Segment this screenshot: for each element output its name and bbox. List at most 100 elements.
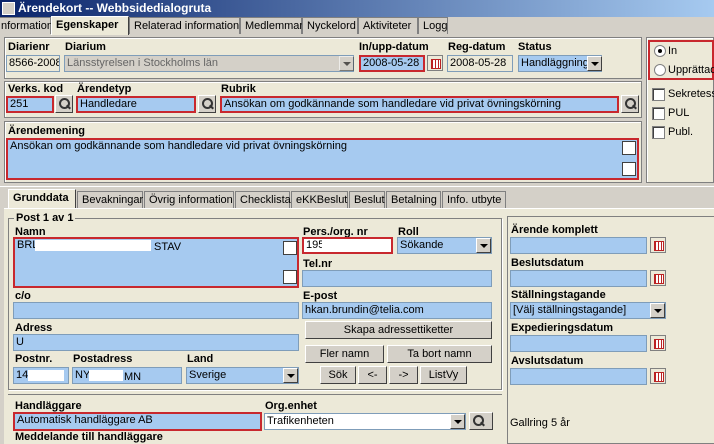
adress-field[interactable]: U <box>13 334 299 351</box>
adress-label: Adress <box>15 322 53 334</box>
rubrik-label: Rubrik <box>221 83 256 95</box>
sok-button[interactable]: Sök <box>320 366 356 384</box>
reg-datum-field: 2008-05-28 <box>447 55 513 72</box>
status-dropdown-icon[interactable] <box>587 56 602 71</box>
tab-grunddata[interactable]: Grunddata <box>8 189 76 208</box>
tab-nyckelord[interactable]: Nyckelord <box>302 17 358 34</box>
tab-logg[interactable]: Logg <box>418 17 448 34</box>
expedieringsdatum-field[interactable] <box>510 335 647 352</box>
co-field[interactable] <box>13 302 299 319</box>
arendemening-scroll-down[interactable] <box>622 162 636 176</box>
publ-label: Publ. <box>668 126 694 138</box>
verks-search-icon[interactable] <box>55 95 73 113</box>
ta-bort-namn-button[interactable]: Ta bort namn <box>387 345 492 363</box>
arendemening-scroll-up[interactable] <box>622 141 636 155</box>
roll-dropdown-icon[interactable] <box>476 238 491 253</box>
telnr-field[interactable] <box>302 270 492 287</box>
post-counter: Post 1 av 1 <box>14 212 76 224</box>
epost-field[interactable]: hkan.brundin@telia.com <box>302 302 492 319</box>
avslutsdatum-field[interactable] <box>510 368 647 385</box>
tab-beslut[interactable]: Beslut <box>349 191 385 208</box>
land-dropdown-icon[interactable] <box>283 368 298 383</box>
radio-upprattad-label: Upprättad <box>668 64 714 76</box>
handlaggare-label: Handläggare <box>15 400 82 412</box>
arende-komplett-label: Ärende komplett <box>511 224 598 236</box>
listvy-button[interactable]: ListVy <box>420 366 467 384</box>
redaction-postnr <box>28 370 64 381</box>
tab-information[interactable]: nformation <box>0 17 53 34</box>
radio-upprattad[interactable] <box>654 64 666 76</box>
namn-suffix: STAV <box>154 241 182 253</box>
status-label: Status <box>518 41 552 53</box>
stallningstagande-select[interactable]: [Välj ställningstagande] <box>510 302 666 319</box>
arendetyp-search-icon[interactable] <box>198 95 216 113</box>
arende-komplett-calendar-icon[interactable] <box>650 237 666 253</box>
pul-label: PUL <box>668 107 690 119</box>
diarium-dropdown-icon[interactable] <box>339 56 354 71</box>
beslutsdatum-label: Beslutsdatum <box>511 257 584 269</box>
postnr-label: Postnr. <box>15 353 53 365</box>
handlaggare-field[interactable]: Automatisk handläggare AB <box>13 412 262 431</box>
verks-kod-field[interactable]: 251 <box>6 96 54 113</box>
tab-aktiviteter[interactable]: Aktiviteter <box>358 17 418 34</box>
redaction-postadress <box>89 370 123 381</box>
radio-in[interactable] <box>654 45 666 57</box>
rubrik-field[interactable]: Ansökan om godkännande som handledare vi… <box>220 96 619 113</box>
namn-scroll-up[interactable] <box>283 241 297 255</box>
arendemening-label: Ärendemening <box>8 125 86 137</box>
arendemening-textarea[interactable]: Ansökan om godkännande som handledare vi… <box>6 138 639 180</box>
in-upp-datum-field[interactable]: 2008-05-28 <box>359 55 425 72</box>
co-label: c/o <box>15 290 31 302</box>
tab-info-utbyte[interactable]: Info. utbyte <box>442 191 506 208</box>
in-upp-calendar-icon[interactable] <box>427 55 443 71</box>
namn-scroll-down[interactable] <box>283 270 297 284</box>
avslutsdatum-calendar-icon[interactable] <box>650 368 666 384</box>
redaction-namn <box>35 240 151 251</box>
diarium-label: Diarium <box>65 41 106 53</box>
skapa-adressettiketter-button[interactable]: Skapa adressettiketter <box>305 321 492 339</box>
next-button[interactable]: -> <box>389 366 418 384</box>
beslutsdatum-field[interactable] <box>510 270 647 287</box>
redaction-pers <box>322 240 388 251</box>
postadress-a: NY <box>75 369 91 381</box>
org-enhet-dropdown-icon[interactable] <box>450 414 465 429</box>
tab-checklista[interactable]: Checklista <box>235 191 291 208</box>
tab-egenskaper[interactable]: Egenskaper <box>51 16 129 35</box>
radio-in-label: In <box>668 45 678 57</box>
publ-checkbox[interactable] <box>652 126 665 139</box>
stallningstagande-dropdown-icon[interactable] <box>650 303 665 318</box>
sekretess-checkbox[interactable] <box>652 88 665 101</box>
diarium-select[interactable]: Länsstyrelsen i Stockholms län <box>64 55 354 72</box>
beslutsdatum-calendar-icon[interactable] <box>650 270 666 286</box>
avslutsdatum-label: Avslutsdatum <box>511 355 584 367</box>
tab-medlemmar[interactable]: Medlemmar <box>240 17 303 34</box>
tab-betalning[interactable]: Betalning <box>386 191 441 208</box>
tab-ovrig-information[interactable]: Övrig information <box>144 191 234 208</box>
tab-relaterad-information[interactable]: Relaterad information <box>129 17 240 34</box>
org-enhet-search-icon[interactable] <box>469 412 493 430</box>
fler-namn-button[interactable]: Fler namn <box>305 345 384 363</box>
arendetyp-field[interactable]: Handledare <box>76 96 196 113</box>
epost-label: E-post <box>303 290 338 302</box>
tab-ekkbeslut[interactable]: eKKBeslut <box>291 191 348 208</box>
meddelande-label: Meddelande till handläggare <box>15 431 163 443</box>
gallring-text: Gallring 5 år <box>510 417 570 429</box>
reg-datum-label: Reg-datum <box>448 41 506 53</box>
arendetyp-label: Ärendetyp <box>77 83 132 95</box>
tab-bevakningar[interactable]: Bevakningar <box>77 191 143 208</box>
postadress-b: MN <box>124 371 142 383</box>
expedieringsdatum-calendar-icon[interactable] <box>650 335 666 351</box>
top-tab-bar: nformation Egenskaper Relaterad informat… <box>0 16 714 35</box>
stallningstagande-label: Ställningstagande <box>511 289 606 301</box>
window-title: Ärendekort -- Webbsidedialogruta <box>18 1 212 15</box>
org-enhet-label: Org.enhet <box>265 400 317 412</box>
org-enhet-select[interactable]: Trafikenheten <box>264 413 466 430</box>
arende-komplett-field[interactable] <box>510 237 647 254</box>
rubrik-search-icon[interactable] <box>621 95 639 113</box>
expedieringsdatum-label: Expedieringsdatum <box>511 322 614 334</box>
previous-button[interactable]: <- <box>358 366 387 384</box>
telnr-label: Tel.nr <box>303 258 333 270</box>
pul-checkbox[interactable] <box>652 107 665 120</box>
window-title-bar: Ärendekort -- Webbsidedialogruta <box>0 0 714 17</box>
window-icon <box>2 2 15 15</box>
